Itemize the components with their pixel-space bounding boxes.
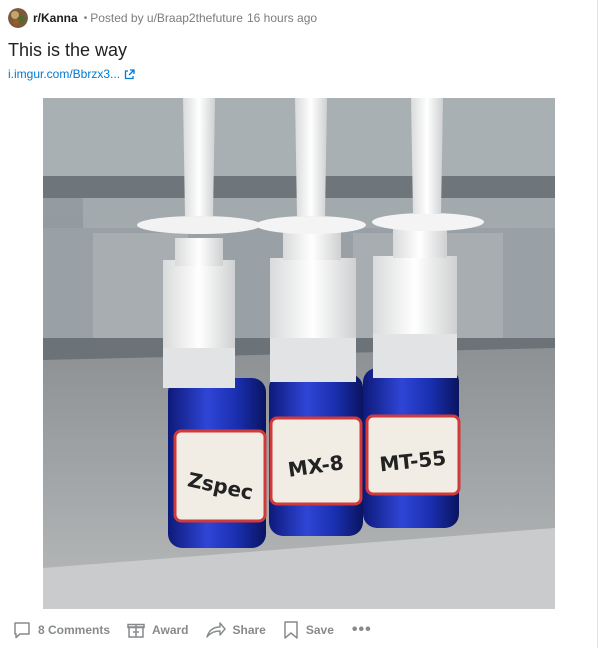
award-label: Award: [152, 623, 189, 637]
more-options-icon: •••: [351, 621, 372, 638]
post-time[interactable]: 16 hours ago: [247, 11, 317, 25]
post-actions: 8 Comments Award Share Save •••: [8, 615, 386, 645]
comment-icon: [14, 622, 30, 639]
post-image-svg: Zspec MX-8 MT-55: [43, 98, 555, 609]
comments-label: 8 Comments: [38, 623, 111, 637]
post-meta: r/Kanna • Posted by u/Braap2thefuture 16…: [8, 8, 317, 28]
award-button[interactable]: Award: [122, 615, 192, 645]
subreddit-avatar[interactable]: [8, 8, 28, 28]
save-button[interactable]: Save: [278, 615, 338, 645]
subreddit-link[interactable]: r/Kanna: [33, 11, 78, 25]
post-card: r/Kanna • Posted by u/Braap2thefuture 16…: [0, 0, 598, 648]
external-link[interactable]: i.imgur.com/Bbrzx3...: [8, 67, 135, 81]
post-title[interactable]: This is the way: [8, 38, 127, 62]
gift-icon: [127, 623, 145, 638]
external-link-icon: [124, 68, 135, 79]
post-image[interactable]: Zspec MX-8 MT-55: [43, 98, 555, 609]
share-button[interactable]: Share: [201, 615, 270, 645]
more-options-button[interactable]: •••: [346, 615, 378, 645]
bookmark-icon: [284, 621, 298, 639]
save-label: Save: [305, 623, 334, 637]
share-icon: [205, 622, 226, 638]
meta-separator: •: [83, 12, 88, 24]
comments-button[interactable]: 8 Comments: [8, 615, 114, 645]
posted-by[interactable]: Posted by u/Braap2thefuture: [90, 11, 243, 25]
external-link-text: i.imgur.com/Bbrzx3...: [8, 67, 121, 81]
share-label: Share: [232, 623, 266, 637]
